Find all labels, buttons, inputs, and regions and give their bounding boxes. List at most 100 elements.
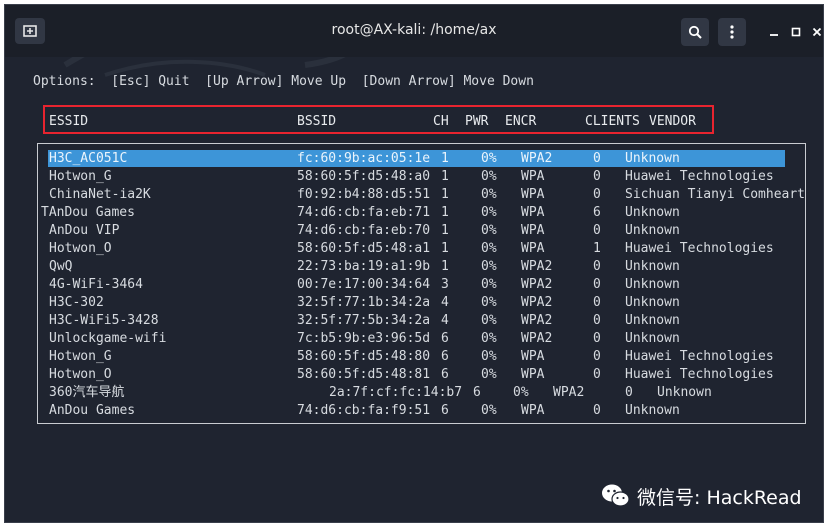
cell-bssid: 00:7e:17:00:34:64 xyxy=(297,277,431,292)
options-line: Options: [Esc] Quit [Up Arrow] Move Up [… xyxy=(33,74,534,89)
cell-essid: 360汽车导航 xyxy=(49,385,125,400)
cell-bssid: 74:d6:cb:fa:eb:70 xyxy=(297,223,431,238)
cell-clients: 0 xyxy=(593,349,601,364)
cell-ch: 1 xyxy=(441,205,449,220)
network-row[interactable]: TAnDou Games 74:d6:cb:fa:eb:71 1 0% WPA 6 Unkn… xyxy=(5,204,823,222)
cell-bssid: 74:d6:cb:fa:eb:71 xyxy=(297,205,431,220)
cell-clients: 0 xyxy=(593,259,601,274)
cell-ch: 6 xyxy=(441,403,449,418)
cell-pwr: 0% xyxy=(481,151,497,166)
search-button[interactable] xyxy=(681,18,709,46)
cell-pwr: 0% xyxy=(481,313,497,328)
network-row[interactable]: ChinaNet-ia2K f0:92:b4:88:d5:51 1 0% WPA 0 Sic… xyxy=(5,186,823,204)
cell-vendor: Unknown xyxy=(625,151,680,166)
cell-encr: WPA xyxy=(521,403,545,418)
terminal-window: root@AX-kali: /home/ax Options: [Esc] Qu… xyxy=(4,4,824,523)
network-row[interactable]: H3C-302 32:5f:77:1b:34:2a 4 0% WPA2 0 Unknown xyxy=(5,294,823,312)
cell-ch: 4 xyxy=(441,295,449,310)
cell-vendor: Unknown xyxy=(625,223,680,238)
cell-essid: AnDou Games xyxy=(49,403,136,418)
cell-pwr: 0% xyxy=(513,385,529,400)
network-row[interactable]: Hotwon_G 58:60:5f:d5:48:a0 1 0% WPA 0 Huawei T… xyxy=(5,168,823,186)
cell-ch: 1 xyxy=(441,169,449,184)
close-icon xyxy=(812,27,822,37)
cell-ch: 6 xyxy=(441,349,449,364)
cell-encr: WPA2 xyxy=(521,313,553,328)
cell-bssid: f0:92:b4:88:d5:51 xyxy=(297,187,431,202)
cell-encr: WPA2 xyxy=(521,277,553,292)
close-button[interactable] xyxy=(810,25,823,39)
cell-essid: AnDou VIP xyxy=(49,223,120,238)
cell-clients: 0 xyxy=(593,151,601,166)
search-icon xyxy=(688,25,702,39)
network-row[interactable]: 4G-WiFi-3464 00:7e:17:00:34:64 3 0% WPA2 0 Unk… xyxy=(5,276,823,294)
minimize-icon xyxy=(770,34,778,36)
cell-vendor: Sichuan Tianyi Comheart xyxy=(625,187,806,202)
cell-bssid: 58:60:5f:d5:48:80 xyxy=(297,349,431,364)
cell-pwr: 0% xyxy=(481,223,497,238)
cell-essid: QwQ xyxy=(49,259,73,274)
cell-vendor: Unknown xyxy=(625,403,680,418)
cell-clients: 1 xyxy=(593,241,601,256)
cell-ch: 4 xyxy=(441,313,449,328)
cell-pwr: 0% xyxy=(481,241,497,256)
cell-clients: 0 xyxy=(593,367,601,382)
menu-button[interactable] xyxy=(718,18,746,46)
cell-pwr: 0% xyxy=(481,187,497,202)
cell-vendor: Unknown xyxy=(625,205,680,220)
network-row[interactable]: Hotwon_O 58:60:5f:d5:48:a1 1 0% WPA 1 Huawei T… xyxy=(5,240,823,258)
cell-clients: 0 xyxy=(593,295,601,310)
cell-clients: 0 xyxy=(593,169,601,184)
network-row[interactable]: AnDou VIP 74:d6:cb:fa:eb:70 1 0% WPA 0 Unknown xyxy=(5,222,823,240)
network-row[interactable]: H3C-WiFi5-3428 32:5f:77:5b:34:2a 4 0% WPA2 0 U… xyxy=(5,312,823,330)
cell-pwr: 0% xyxy=(481,277,497,292)
title-bar: root@AX-kali: /home/ax xyxy=(5,5,823,57)
cell-pwr: 0% xyxy=(481,169,497,184)
cell-vendor: Huawei Technologies xyxy=(625,349,774,364)
cell-encr: WPA2 xyxy=(521,331,553,346)
watermark: 微信号: HackRead xyxy=(601,479,802,513)
cell-essid: Hotwon_G xyxy=(49,349,112,364)
network-row[interactable]: Unlockgame-wifi 7c:b5:9b:e3:96:5d 6 0% WPA2 0… xyxy=(5,330,823,348)
cell-bssid: fc:60:9b:ac:05:1e xyxy=(297,151,431,166)
cell-encr: WPA xyxy=(521,205,545,220)
cell-vendor: Unknown xyxy=(625,295,680,310)
network-row[interactable]: QwQ 22:73:ba:19:a1:9b 1 0% WPA2 0 Unknown xyxy=(5,258,823,276)
network-row[interactable]: 360汽车导航 2a:7f:cf:fc:14:b7 6 0% WPA2 0 Unknown xyxy=(5,384,823,402)
cell-pwr: 0% xyxy=(481,367,497,382)
cell-clients: 0 xyxy=(593,187,601,202)
cell-pwr: 0% xyxy=(481,205,497,220)
cell-ch: 1 xyxy=(441,187,449,202)
network-row[interactable]: Hotwon_O 58:60:5f:d5:48:81 6 0% WPA 0 Huawei T… xyxy=(5,366,823,384)
header-essid: ESSID xyxy=(49,114,89,129)
cell-vendor: Unknown xyxy=(625,331,680,346)
minimize-button[interactable] xyxy=(767,25,781,39)
cell-vendor: Unknown xyxy=(625,313,680,328)
cell-vendor: Unknown xyxy=(657,385,712,400)
cell-clients: 6 xyxy=(593,205,601,220)
cell-encr: WPA xyxy=(521,169,545,184)
watermark-text: 微信号: HackRead xyxy=(637,486,802,509)
terminal-body[interactable]: Options: [Esc] Quit [Up Arrow] Move Up [… xyxy=(5,57,823,522)
cell-bssid: 22:73:ba:19:a1:9b xyxy=(297,259,431,274)
header-encr: ENCR xyxy=(505,114,537,129)
cell-encr: WPA xyxy=(521,349,545,364)
network-row[interactable]: H3C_AC051C fc:60:9b:ac:05:1e 1 0% WPA2 0 Unkno… xyxy=(5,150,823,168)
header-pwr: PWR xyxy=(465,114,489,129)
cell-pwr: 0% xyxy=(481,331,497,346)
header-vendor: VENDOR xyxy=(649,114,696,129)
header-ch: CH xyxy=(433,114,449,129)
network-row[interactable]: AnDou Games 74:d6:cb:fa:f9:51 6 0% WPA 0 Unkno… xyxy=(5,402,823,420)
cell-ch: 1 xyxy=(441,151,449,166)
maximize-button[interactable] xyxy=(789,25,803,39)
cell-essid: Unlockgame-wifi xyxy=(49,331,167,346)
cell-pwr: 0% xyxy=(481,349,497,364)
cell-clients: 0 xyxy=(625,385,633,400)
cell-vendor: Huawei Technologies xyxy=(625,169,774,184)
kebab-menu-icon xyxy=(730,25,734,39)
cell-vendor: Unknown xyxy=(625,259,680,274)
cell-bssid: 2a:7f:cf:fc:14:b7 xyxy=(329,385,463,400)
cell-bssid: 32:5f:77:1b:34:2a xyxy=(297,295,431,310)
cell-pwr: 0% xyxy=(481,259,497,274)
network-row[interactable]: Hotwon_G 58:60:5f:d5:48:80 6 0% WPA 0 Huawei T… xyxy=(5,348,823,366)
